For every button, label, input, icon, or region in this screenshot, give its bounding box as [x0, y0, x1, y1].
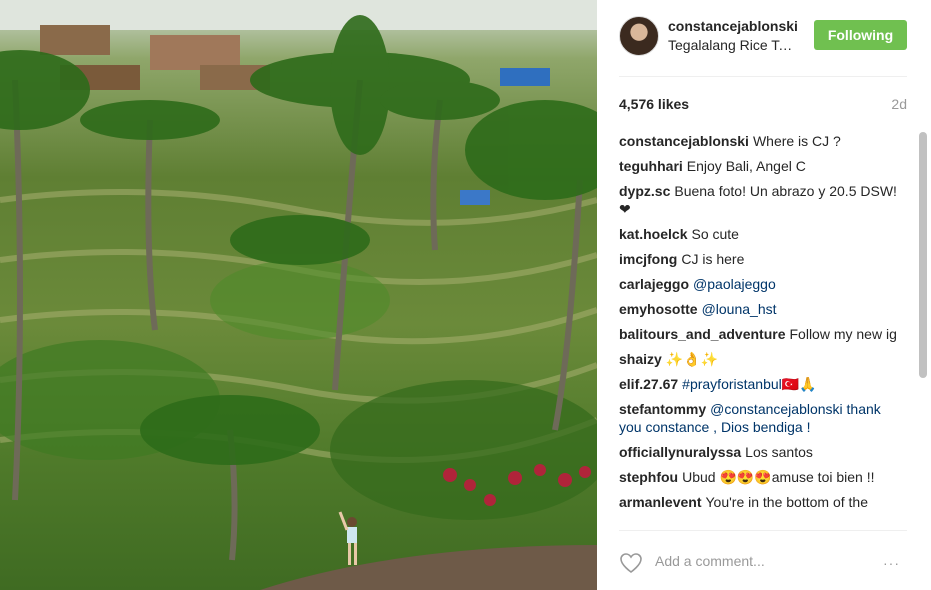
comment-username[interactable]: elif.27.67: [619, 376, 678, 392]
comment-username[interactable]: emyhosotte: [619, 301, 698, 317]
comment-username[interactable]: shaizy: [619, 351, 662, 367]
comment-text: You're in the bottom of the: [705, 494, 868, 510]
comment-item: stephfou Ubud 😍😍😍amuse toi bien !!: [619, 468, 899, 486]
comment-item: kat.hoelck So cute: [619, 225, 899, 243]
comment-username[interactable]: constancejablonski: [619, 133, 749, 149]
following-button[interactable]: Following: [814, 20, 907, 50]
comment-username[interactable]: kat.hoelck: [619, 226, 687, 242]
comment-username[interactable]: stefantommy: [619, 401, 706, 417]
rice-terrace-image: [0, 0, 597, 590]
comment-text[interactable]: @paolajeggo: [693, 276, 776, 292]
comment-username[interactable]: balitours_and_adventure: [619, 326, 786, 342]
likes-count[interactable]: 4,576 likes: [619, 96, 689, 112]
more-options-icon[interactable]: ···: [883, 555, 900, 571]
comment-text[interactable]: @louna_hst: [702, 301, 777, 317]
post-side-panel: constancejablonski Tegalalang Rice Terra…: [597, 0, 931, 590]
header-divider: [619, 76, 907, 77]
comment-item: emyhosotte @louna_hst: [619, 300, 899, 318]
comment-text: So cute: [691, 226, 739, 242]
post-header: constancejablonski Tegalalang Rice Terra…: [597, 0, 931, 76]
comment-text: Ubud 😍😍😍amuse toi bien !!: [682, 469, 875, 485]
comment-item: carlajeggo @paolajeggo: [619, 275, 899, 293]
avatar[interactable]: [619, 16, 659, 56]
comment-text: ✨👌✨: [665, 351, 719, 367]
comment-username[interactable]: imcjfong: [619, 251, 677, 267]
post-age: 2d: [891, 96, 907, 112]
comment-text[interactable]: #prayforistanbul🇹🇷🙏: [682, 376, 816, 392]
comments-scrollbar[interactable]: [919, 132, 927, 378]
comment-text: Los santos: [745, 444, 813, 460]
comment-username[interactable]: carlajeggo: [619, 276, 689, 292]
comment-item: officiallynuralyssa Los santos: [619, 443, 899, 461]
comment-item: balitours_and_adventure Follow my new ig: [619, 325, 899, 343]
comment-item: shaizy ✨👌✨: [619, 350, 899, 368]
comment-username[interactable]: stephfou: [619, 469, 678, 485]
comment-username[interactable]: armanlevent: [619, 494, 701, 510]
comment-text: Follow my new ig: [789, 326, 897, 342]
comments-list[interactable]: constancejablonski Where is CJ ? teguhhari…: [619, 132, 899, 528]
comment-username[interactable]: dypz.sc: [619, 183, 670, 199]
post-username[interactable]: constancejablonski: [668, 18, 798, 34]
comment-text: Enjoy Bali, Angel C: [686, 158, 806, 174]
footer-divider: [619, 530, 907, 531]
comment-username[interactable]: officiallynuralyssa: [619, 444, 741, 460]
comment-item: elif.27.67 #prayforistanbul🇹🇷🙏: [619, 375, 899, 393]
comment-text: Where is CJ ?: [752, 133, 841, 149]
comment-item: constancejablonski Where is CJ ?: [619, 132, 899, 150]
comment-username[interactable]: teguhhari: [619, 158, 683, 174]
comment-item: armanlevent You're in the bottom of the: [619, 493, 899, 511]
comment-item: stefantommy @constancejablonski thank you…: [619, 400, 899, 436]
comment-item: teguhhari Enjoy Bali, Angel C: [619, 157, 899, 175]
comment-text: CJ is here: [681, 251, 745, 267]
post-location[interactable]: Tegalalang Rice Terrace: [668, 37, 798, 53]
comment-item: dypz.sc Buena foto! Un abrazo y 20.5 DSW!…: [619, 182, 899, 218]
post-photo[interactable]: [0, 0, 597, 590]
heart-icon[interactable]: [619, 552, 643, 574]
comment-item: imcjfong CJ is here: [619, 250, 899, 268]
add-comment-input[interactable]: Add a comment...: [655, 553, 765, 569]
